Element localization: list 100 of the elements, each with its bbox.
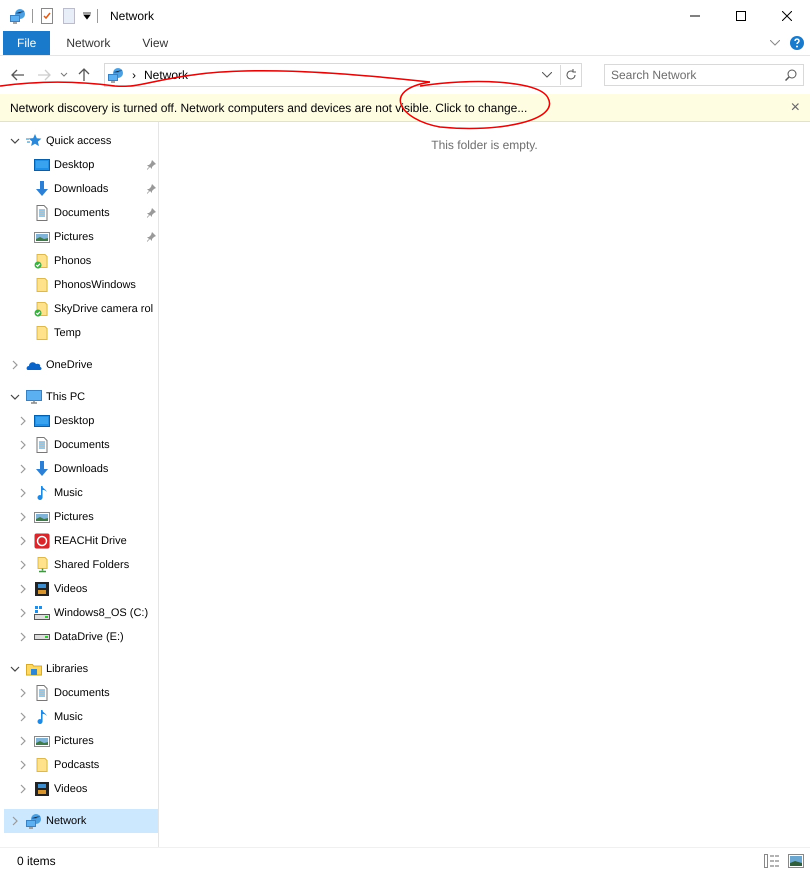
maximize-icon[interactable]: [736, 10, 746, 20]
sidebar-item[interactable]: DataDrive (E:): [4, 625, 158, 649]
dropdown-icon[interactable]: [83, 12, 91, 20]
document-icon: [34, 437, 50, 453]
item-label: Downloads: [54, 183, 110, 195]
synced-folder-icon: [34, 253, 50, 269]
document-icon: [34, 205, 50, 221]
download-arrow-icon: [34, 461, 50, 477]
item-label: Temp: [54, 327, 82, 339]
empty-message: This folder is empty.: [431, 138, 538, 152]
item-label: Pictures: [54, 511, 95, 523]
item-count: 0 items: [17, 854, 56, 868]
sidebar-item[interactable]: Network: [4, 809, 158, 833]
help-icon[interactable]: [790, 36, 804, 50]
film-icon: [34, 581, 50, 597]
sidebar-item[interactable]: Pictures: [4, 505, 158, 529]
recent-locations-icon[interactable]: [60, 72, 68, 78]
item-label: Downloads: [54, 463, 110, 475]
path-separator: ›: [132, 68, 136, 82]
item-label: Windows8_OS (C:): [54, 607, 150, 619]
large-icons-view-icon[interactable]: [788, 854, 804, 868]
item-label: Libraries: [46, 663, 90, 675]
sidebar-item[interactable]: Videos: [4, 577, 158, 601]
sidebar-item[interactable]: Downloads: [4, 457, 158, 481]
dropdown-icon[interactable]: [542, 72, 552, 78]
item-label: Quick access: [46, 135, 112, 147]
item-label: Phonos: [54, 255, 92, 267]
picture-icon: [34, 229, 50, 245]
properties-icon[interactable]: [39, 8, 55, 24]
search-field[interactable]: Search Network: [604, 64, 804, 86]
sidebar-item[interactable]: Windows8_OS (C:): [4, 601, 158, 625]
sidebar-item[interactable]: Shared Folders: [4, 553, 158, 577]
item-label: Podcasts: [54, 759, 100, 771]
network-icon: [108, 67, 124, 83]
system-drive-icon: [34, 605, 50, 621]
item-label: Documents: [54, 687, 111, 699]
sidebar-item[interactable]: Music: [4, 705, 158, 729]
star-icon: [26, 133, 42, 149]
ribbon-tab[interactable]: File: [3, 31, 50, 55]
expand-ribbon-icon[interactable]: [770, 40, 780, 46]
item-label: Pictures: [54, 231, 95, 243]
ribbon-tab[interactable]: View: [126, 31, 184, 55]
close-button[interactable]: ×: [790, 98, 800, 116]
search-icon: [785, 69, 797, 81]
sidebar-item[interactable]: Pictures: [4, 729, 158, 753]
sidebar-item[interactable]: SkyDrive camera rol: [4, 297, 158, 321]
picture-icon: [34, 733, 50, 749]
sidebar-item[interactable]: Desktop: [4, 409, 158, 433]
ribbon-tab[interactable]: Network: [50, 31, 126, 55]
sidebar-item[interactable]: Documents: [4, 681, 158, 705]
sidebar-item[interactable]: REACHit Drive: [4, 529, 158, 553]
window-title: Network: [110, 8, 154, 22]
item-label: DataDrive (E:): [54, 631, 125, 643]
sidebar-item[interactable]: Music: [4, 481, 158, 505]
sidebar-item[interactable]: This PC: [4, 385, 158, 409]
item-label: Network: [46, 815, 88, 827]
synced-folder-icon: [34, 301, 50, 317]
sidebar-item[interactable]: Temp: [4, 321, 158, 345]
desktop-icon: [34, 157, 50, 173]
item-label: Videos: [54, 583, 88, 595]
item-label: Documents: [54, 207, 111, 219]
sidebar-item[interactable]: OneDrive: [4, 353, 158, 377]
item-label: Music: [54, 711, 84, 723]
item-label: PhonosWindows: [54, 279, 137, 291]
sidebar-item[interactable]: Libraries: [4, 657, 158, 681]
folder-icon: [34, 757, 50, 773]
network-icon: [26, 813, 42, 829]
film-icon: [34, 781, 50, 797]
sidebar-item[interactable]: Phonos: [4, 249, 158, 273]
new-folder-icon[interactable]: [61, 8, 77, 24]
item-label: Desktop: [54, 415, 96, 427]
sidebar-item[interactable]: PhonosWindows: [4, 273, 158, 297]
hard-drive-icon: [34, 634, 50, 640]
item-label: OneDrive: [46, 359, 94, 371]
item-label: Shared Folders: [54, 559, 130, 571]
close-icon[interactable]: [782, 10, 792, 20]
item-label: Videos: [54, 783, 88, 795]
sidebar-item[interactable]: Quick access: [4, 129, 158, 153]
details-view-icon[interactable]: [764, 854, 780, 868]
item-label: SkyDrive camera rol: [54, 303, 154, 315]
document-icon: [34, 685, 50, 701]
item-label: Desktop: [54, 159, 96, 171]
sidebar-item[interactable]: Videos: [4, 777, 158, 801]
item-label: Pictures: [54, 735, 95, 747]
item-label: Documents: [54, 439, 111, 451]
download-arrow-icon: [34, 181, 50, 197]
folder-icon: [34, 325, 50, 341]
item-label: REACHit Drive: [54, 535, 128, 547]
sidebar-item[interactable]: Documents: [4, 433, 158, 457]
folder-icon: [34, 277, 50, 293]
sidebar-item[interactable]: Downloads: [4, 177, 158, 201]
sidebar-item[interactable]: Podcasts: [4, 753, 158, 777]
picture-icon: [34, 509, 50, 525]
desktop-icon: [34, 413, 50, 429]
sidebar-item[interactable]: Documents: [4, 201, 158, 225]
network-icon: [10, 8, 26, 24]
sidebar-item[interactable]: Pictures: [4, 225, 158, 249]
sidebar-item[interactable]: Desktop: [4, 153, 158, 177]
library-folder-icon: [26, 661, 42, 677]
computer-icon: [26, 389, 42, 405]
